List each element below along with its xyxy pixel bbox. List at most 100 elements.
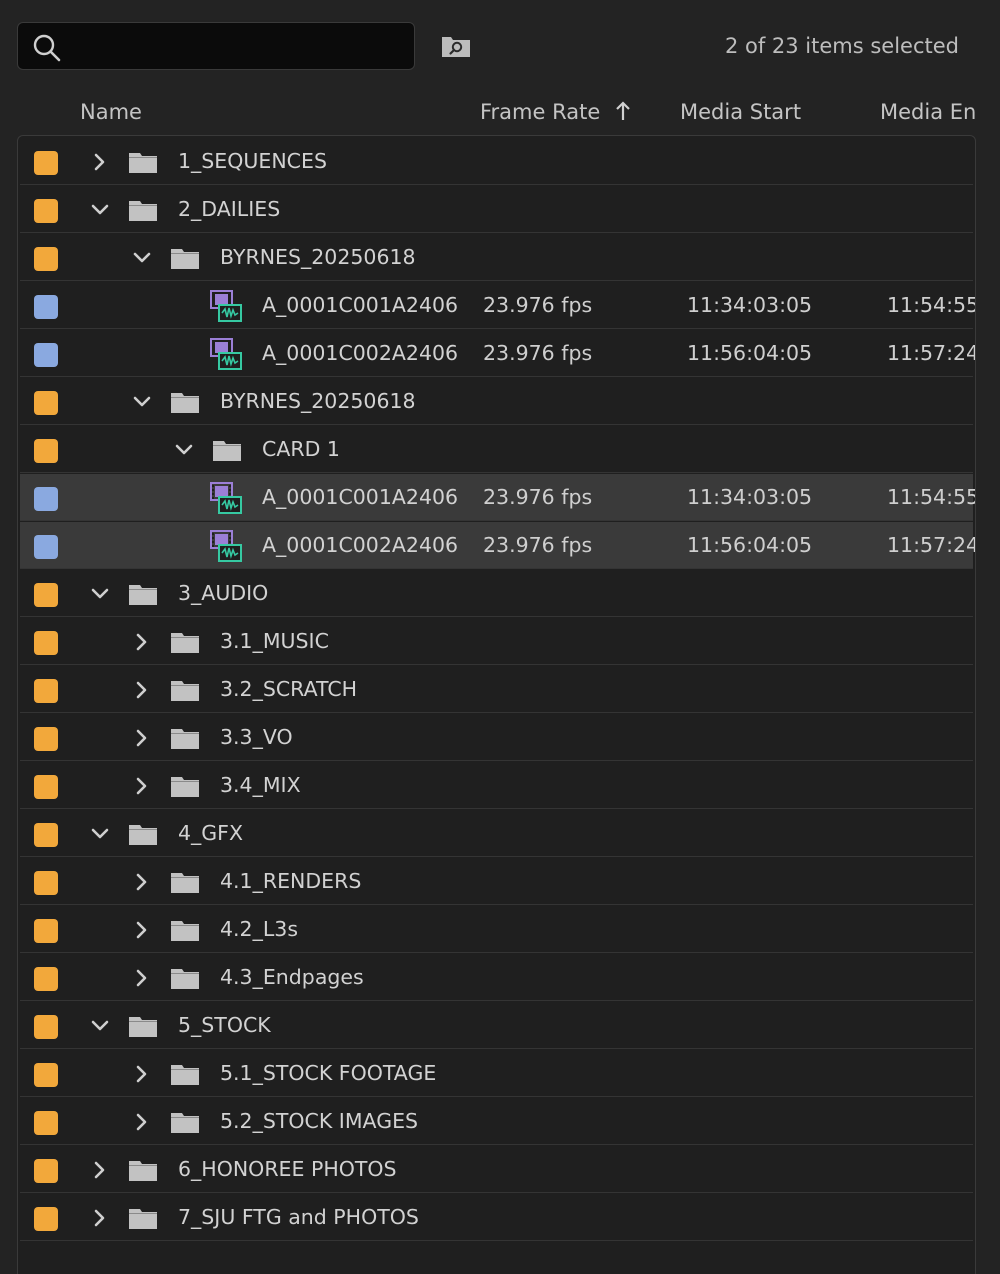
column-header-name[interactable]: Name bbox=[80, 100, 142, 124]
bin-row[interactable]: 4.1_RENDERS bbox=[20, 858, 973, 905]
bin-name: 4.1_RENDERS bbox=[220, 869, 362, 893]
column-header-media-end[interactable]: Media En bbox=[880, 100, 1000, 124]
bin-row[interactable]: 4_GFX bbox=[20, 810, 973, 857]
find-bin-icon[interactable] bbox=[441, 34, 471, 58]
column-header-media-end-label: Media En bbox=[880, 100, 977, 124]
chevron-down-icon[interactable] bbox=[90, 584, 110, 604]
chevron-right-icon[interactable] bbox=[132, 920, 152, 940]
column-header-media-start[interactable]: Media Start bbox=[680, 100, 801, 124]
clip-row[interactable]: A_0001C001A2406 23.976 fps 11:34:03:05 11:5… bbox=[20, 474, 976, 521]
bin-row[interactable]: 3.3_VO bbox=[20, 714, 973, 761]
chevron-right-icon[interactable] bbox=[132, 1112, 152, 1132]
chevron-down-icon[interactable] bbox=[132, 392, 152, 412]
chevron-right-icon[interactable] bbox=[90, 152, 110, 172]
chevron-down-icon[interactable] bbox=[90, 824, 110, 844]
label-color-swatch[interactable] bbox=[34, 295, 58, 319]
chevron-right-icon[interactable] bbox=[132, 680, 152, 700]
label-color-swatch[interactable] bbox=[34, 1015, 58, 1039]
column-header-frame-rate[interactable]: Frame Rate bbox=[480, 100, 631, 124]
bin-row[interactable]: 3.4_MIX bbox=[20, 762, 973, 809]
frame-rate-cell: 23.976 fps bbox=[483, 293, 593, 317]
bin-row[interactable]: 4.2_L3s bbox=[20, 906, 973, 953]
label-color-swatch[interactable] bbox=[34, 871, 58, 895]
label-color-swatch[interactable] bbox=[34, 1207, 58, 1231]
column-header-media-start-label: Media Start bbox=[680, 100, 802, 124]
selection-status: 2 of 23 items selected bbox=[724, 34, 959, 58]
clip-name: A_0001C001A2406 bbox=[262, 485, 459, 509]
bin-row[interactable]: 3.2_SCRATCH bbox=[20, 666, 973, 713]
folder-icon bbox=[171, 873, 199, 893]
bin-row[interactable]: 1_SEQUENCES bbox=[20, 138, 973, 185]
label-color-swatch[interactable] bbox=[34, 535, 58, 559]
label-color-swatch[interactable] bbox=[34, 247, 58, 271]
label-color-swatch[interactable] bbox=[34, 391, 58, 415]
label-color-swatch[interactable] bbox=[34, 151, 58, 175]
bin-name: 7_SJU FTG and PHOTOS bbox=[178, 1205, 419, 1229]
chevron-down-icon[interactable] bbox=[90, 1016, 110, 1036]
chevron-right-icon[interactable] bbox=[90, 1160, 110, 1180]
label-color-swatch[interactable] bbox=[34, 631, 58, 655]
bin-row[interactable]: 6_HONOREE PHOTOS bbox=[20, 1146, 973, 1193]
label-color-swatch[interactable] bbox=[34, 1063, 58, 1087]
bin-row[interactable]: CARD 1 bbox=[20, 426, 973, 473]
clip-row[interactable]: A_0001C001A2406 23.976 fps 11:34:03:05 11:5… bbox=[20, 282, 976, 329]
chevron-right-icon[interactable] bbox=[132, 1064, 152, 1084]
label-color-swatch[interactable] bbox=[34, 583, 58, 607]
bin-row[interactable]: 5.1_STOCK FOOTAGE bbox=[20, 1050, 973, 1097]
bin-row[interactable]: 3_AUDIO bbox=[20, 570, 973, 617]
clip-name: A_0001C001A2406 bbox=[262, 293, 459, 317]
chevron-down-icon[interactable] bbox=[132, 248, 152, 268]
bin-row[interactable]: 5.2_STOCK IMAGES bbox=[20, 1098, 973, 1145]
folder-icon bbox=[129, 1161, 157, 1181]
bin-name: 3_AUDIO bbox=[178, 581, 269, 605]
search-icon bbox=[33, 34, 61, 62]
folder-icon bbox=[171, 777, 199, 797]
chevron-down-icon[interactable] bbox=[174, 440, 194, 460]
bin-name: 3.3_VO bbox=[220, 725, 293, 749]
bin-row[interactable]: BYRNES_20250618 bbox=[20, 378, 973, 425]
label-color-swatch[interactable] bbox=[34, 199, 58, 223]
folder-icon bbox=[171, 249, 199, 269]
label-color-swatch[interactable] bbox=[34, 343, 58, 367]
label-color-swatch[interactable] bbox=[34, 823, 58, 847]
bin-name: 5.2_STOCK IMAGES bbox=[220, 1109, 419, 1133]
bin-name: BYRNES_20250618 bbox=[220, 245, 416, 269]
media-start-cell: 11:56:04:05 bbox=[687, 341, 813, 365]
bin-row[interactable]: BYRNES_20250618 bbox=[20, 234, 973, 281]
label-color-swatch[interactable] bbox=[34, 967, 58, 991]
bin-row[interactable]: 4.3_Endpages bbox=[20, 954, 973, 1001]
chevron-down-icon[interactable] bbox=[90, 200, 110, 220]
folder-icon bbox=[129, 1209, 157, 1229]
label-color-swatch[interactable] bbox=[34, 1111, 58, 1135]
chevron-right-icon[interactable] bbox=[132, 872, 152, 892]
folder-icon bbox=[171, 969, 199, 989]
label-color-swatch[interactable] bbox=[34, 487, 58, 511]
bin-name: BYRNES_20250618 bbox=[220, 389, 416, 413]
folder-icon bbox=[171, 1113, 199, 1133]
media-end-cell: 11:54:55 bbox=[887, 293, 976, 317]
label-color-swatch[interactable] bbox=[34, 775, 58, 799]
bin-row[interactable]: 5_STOCK bbox=[20, 1002, 973, 1049]
chevron-right-icon[interactable] bbox=[132, 728, 152, 748]
column-header-name-label: Name bbox=[80, 100, 142, 124]
label-color-swatch[interactable] bbox=[34, 439, 58, 463]
bin-row[interactable]: 2_DAILIES bbox=[20, 186, 973, 233]
bin-row[interactable]: 7_SJU FTG and PHOTOS bbox=[20, 1194, 973, 1241]
chevron-right-icon[interactable] bbox=[132, 968, 152, 988]
label-color-swatch[interactable] bbox=[34, 919, 58, 943]
column-header-frame-rate-label: Frame Rate bbox=[480, 100, 601, 124]
label-color-swatch[interactable] bbox=[34, 1159, 58, 1183]
search-box[interactable] bbox=[17, 22, 415, 70]
search-input[interactable] bbox=[74, 29, 404, 63]
chevron-right-icon[interactable] bbox=[90, 1208, 110, 1228]
chevron-right-icon[interactable] bbox=[132, 632, 152, 652]
chevron-right-icon[interactable] bbox=[132, 776, 152, 796]
clip-row[interactable]: A_0001C002A2406 23.976 fps 11:56:04:05 11:5… bbox=[20, 330, 975, 377]
clip-row[interactable]: A_0001C002A2406 23.976 fps 11:56:04:05 11:5… bbox=[20, 522, 975, 569]
frame-rate-cell: 23.976 fps bbox=[483, 485, 593, 509]
bin-name: 3.2_SCRATCH bbox=[220, 677, 358, 701]
bin-row[interactable]: 3.1_MUSIC bbox=[20, 618, 973, 665]
label-color-swatch[interactable] bbox=[34, 727, 58, 751]
media-end-cell: 11:54:55 bbox=[887, 485, 976, 509]
label-color-swatch[interactable] bbox=[34, 679, 58, 703]
